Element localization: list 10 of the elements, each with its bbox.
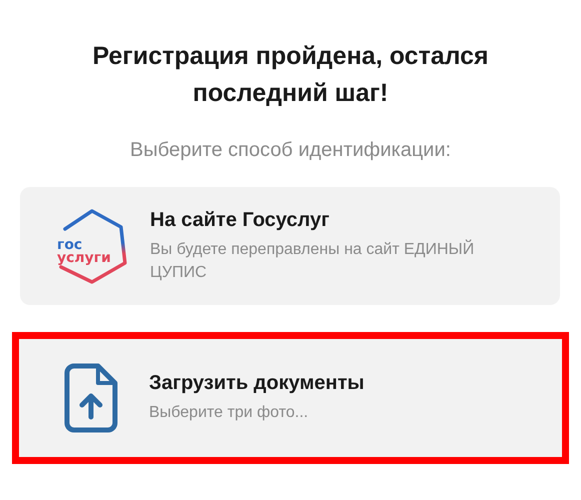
gosuslugi-logo: гос услуги bbox=[51, 205, 133, 287]
instruction-text: Выберите способ идентификации: bbox=[129, 139, 452, 162]
option-title: Загрузить документы bbox=[149, 372, 366, 395]
file-upload-icon bbox=[64, 363, 118, 433]
option-title: На сайте Госуслуг bbox=[150, 208, 330, 232]
page-title: Регистрация пройдена, остался последний шаг! bbox=[91, 41, 490, 109]
option-description: Выберите три фото... bbox=[149, 403, 310, 423]
option-description: Вы будете переправлены на сайт ЕДИНЫЙ ЦУПИС bbox=[150, 238, 476, 282]
option-card[interactable]: гос услуги На сайте Госуслуг Вы будете переправлены на сайт ЕДИНЫЙ ЦУПИС bbox=[20, 187, 560, 305]
option-card[interactable]: Загрузить документы Выберите три фото... bbox=[19, 339, 562, 457]
